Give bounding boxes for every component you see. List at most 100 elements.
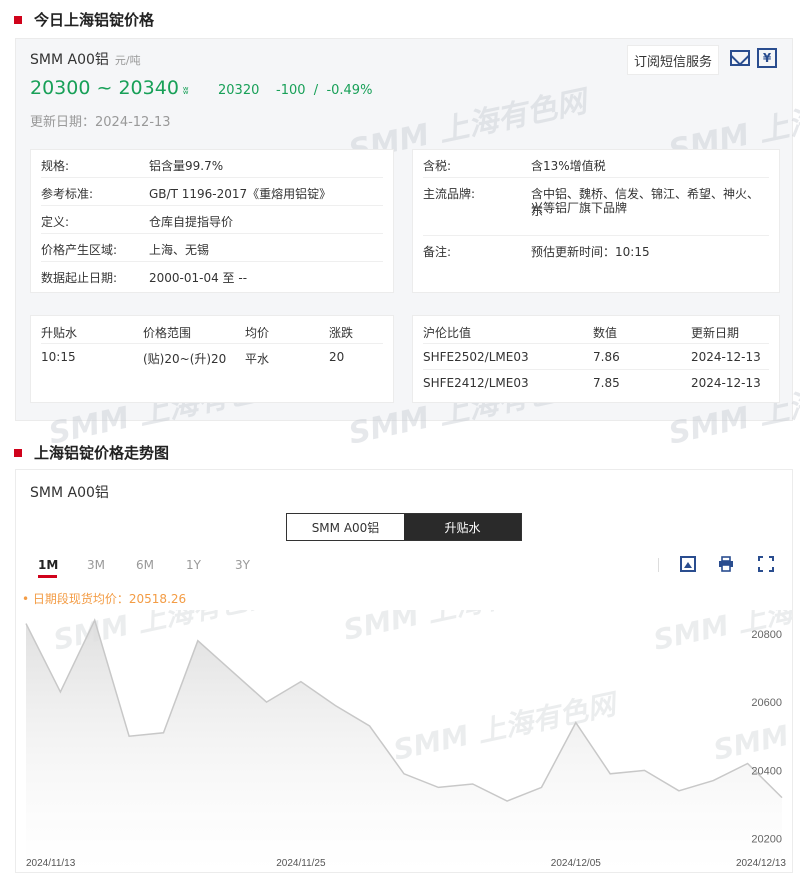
table-cell: (贴)20~(升)20 xyxy=(143,352,227,366)
table-cell: 20 xyxy=(329,350,345,364)
range-tab-3y[interactable]: 3Y xyxy=(235,558,250,572)
spec-key: 定义: xyxy=(41,215,70,229)
update-label: 更新日期： xyxy=(30,115,96,130)
save-image-icon[interactable] xyxy=(680,556,696,572)
spec-value-line2: 兴等铝厂旗下品牌 xyxy=(531,201,628,215)
spec-box-left: 规格: 铝含量99.7% 参考标准: GB/T 1196-2017《重熔用铝锭》… xyxy=(30,149,394,293)
chart-card: SMM A00铝 SMM A00铝 升贴水 1M 3M 6M 1Y 3Y • 日… xyxy=(15,469,793,873)
table-cell: 2024-12-13 xyxy=(691,376,761,390)
table-cell: 7.86 xyxy=(593,350,620,364)
fullscreen-icon-svg xyxy=(758,556,774,572)
table-header: 升贴水 xyxy=(41,326,78,340)
table-header-row: 沪伦比值 数值 更新日期 xyxy=(423,318,769,344)
range-tab-1y[interactable]: 1Y xyxy=(186,558,201,572)
table-cell: SHFE2502/LME03 xyxy=(423,350,529,364)
price-tilde: ~ xyxy=(96,77,113,99)
subscribe-sms-button[interactable]: 订阅短信服务 xyxy=(627,45,719,75)
spec-key: 价格产生区域: xyxy=(41,243,118,257)
spec-row: 价格产生区域: 上海、无锡 xyxy=(41,234,383,262)
change-value: -100 xyxy=(276,83,306,98)
spec-value: 2000-01-04 至 -- xyxy=(149,271,248,285)
table-header: 数值 xyxy=(593,326,618,340)
section-title-trend: 上海铝锭价格走势图 xyxy=(14,442,169,463)
spec-row: 数据起止日期: 2000-01-04 至 -- xyxy=(41,262,383,290)
table-row: SHFE2502/LME03 7.86 2024-12-13 xyxy=(423,344,769,370)
spec-key: 主流品牌: xyxy=(423,187,476,201)
calendar-icon[interactable]: ¥ xyxy=(757,48,777,68)
table-row: SHFE2412/LME03 7.85 2024-12-13 xyxy=(423,370,769,396)
table-cell: SHFE2412/LME03 xyxy=(423,376,529,390)
ratio-table: 沪伦比值 数值 更新日期 SHFE2502/LME03 7.86 2024-12… xyxy=(412,315,780,403)
spec-value: 上海、无锡 xyxy=(149,243,210,257)
price-low: 20300 xyxy=(30,77,91,99)
spec-value: 铝含量99.7% xyxy=(149,159,224,173)
table-cell: 7.85 xyxy=(593,376,620,390)
price-trend-chart: SMM 上海有色网SMM 上海有色网SMM 上海有色网SMM 上海有色网SMM … xyxy=(25,610,792,872)
table-header: 价格范围 xyxy=(143,326,192,340)
active-range-underline xyxy=(38,575,57,578)
y-tick-label: 20400 xyxy=(751,765,782,777)
range-tab-3m[interactable]: 3M xyxy=(87,558,105,572)
spec-key: 含税: xyxy=(423,159,452,173)
mail-icon[interactable] xyxy=(730,50,750,66)
print-icon[interactable] xyxy=(718,556,734,572)
spec-row: 备注: 预估更新时间：10:15 xyxy=(423,236,769,264)
spec-row: 参考标准: GB/T 1196-2017《重熔用铝锭》 xyxy=(41,178,383,206)
price-high: 20340 xyxy=(118,77,179,99)
spec-key: 参考标准: xyxy=(41,187,94,201)
spec-box-right: 含税: 含13%增值税 主流品牌: 含中铝、魏桥、信发、锦江、希望、神火、东 兴… xyxy=(412,149,780,293)
y-tick-label: 20200 xyxy=(751,834,782,846)
update-date: 更新日期：2024-12-13 xyxy=(30,111,171,130)
premium-table: 升贴水 价格范围 均价 涨跌 10:15 (贴)20~(升)20 平水 20 xyxy=(30,315,394,403)
section-marker xyxy=(14,448,22,457)
table-cell: 2024-12-13 xyxy=(691,350,761,364)
toggle-price[interactable]: SMM A00铝 xyxy=(287,514,404,540)
section-title-text: 今日上海铝锭价格 xyxy=(34,11,155,29)
section-marker xyxy=(14,15,22,24)
x-tick-label: 2024/12/13 xyxy=(736,858,786,869)
price-change: -100 / -0.49% xyxy=(276,83,372,98)
spec-row: 主流品牌: 含中铝、魏桥、信发、锦江、希望、神火、东 兴等铝厂旗下品牌 xyxy=(423,178,769,236)
spec-key: 备注: xyxy=(423,245,452,259)
y-tick-label: 20600 xyxy=(751,697,782,709)
table-row: 10:15 (贴)20~(升)20 平水 20 xyxy=(41,344,383,370)
spec-key: 数据起止日期: xyxy=(41,271,118,285)
spec-value: 仓库自提指导价 xyxy=(149,215,234,229)
table-header-row: 升贴水 价格范围 均价 涨跌 xyxy=(41,318,383,344)
chart-watermark: SMM 上海有色网 xyxy=(341,610,572,647)
fullscreen-icon[interactable] xyxy=(758,556,774,572)
x-tick-label: 2024/11/13 xyxy=(26,858,76,869)
table-header: 更新日期 xyxy=(691,326,740,340)
spec-row: 定义: 仓库自提指导价 xyxy=(41,206,383,234)
spec-value: 预估更新时间：10:15 xyxy=(531,245,650,259)
toggle-premium[interactable]: 升贴水 xyxy=(404,514,521,540)
range-tab-6m[interactable]: 6M xyxy=(136,558,154,572)
x-tick-label: 2024/12/05 xyxy=(551,858,601,869)
table-cell: 10:15 xyxy=(41,350,76,364)
section-title-today-price: 今日上海铝锭价格 xyxy=(14,9,154,30)
product-name: SMM A00铝 元/吨 xyxy=(30,49,141,69)
period-average-label: • 日期段现货均价：20518.26 xyxy=(22,592,187,606)
table-cell: 平水 xyxy=(245,352,270,366)
x-tick-label: 2024/11/25 xyxy=(276,858,326,869)
product-unit: 元/吨 xyxy=(114,54,141,67)
product-name-text: SMM A00铝 xyxy=(30,52,109,68)
chart-product-name: SMM A00铝 xyxy=(30,485,109,501)
spec-row: 规格: 铝含量99.7% xyxy=(41,150,383,178)
average-price: 20320 xyxy=(218,83,260,98)
update-date-value: 2024-12-13 xyxy=(95,115,171,130)
range-tab-1m[interactable]: 1M xyxy=(38,558,58,572)
section-title-text: 上海铝锭价格走势图 xyxy=(34,444,170,462)
change-separator: / xyxy=(313,83,319,98)
change-percent: -0.49% xyxy=(326,83,373,98)
trend-down-icon: ʬ xyxy=(182,84,189,97)
toolbar-divider xyxy=(658,558,659,572)
table-header: 涨跌 xyxy=(329,326,354,340)
spec-row: 含税: 含13%增值税 xyxy=(423,150,769,178)
spec-key: 规格: xyxy=(41,159,70,173)
spec-value: GB/T 1196-2017《重熔用铝锭》 xyxy=(149,187,332,201)
table-header: 沪伦比值 xyxy=(423,326,472,340)
y-tick-label: 20800 xyxy=(751,629,782,641)
price-card: SMM 上海有色网 SMM 上海有色网 SMM 上海有色网 SMM 上海有色网 … xyxy=(15,38,800,452)
price-range: 20300 ~ 20340 ʬ xyxy=(30,77,189,99)
